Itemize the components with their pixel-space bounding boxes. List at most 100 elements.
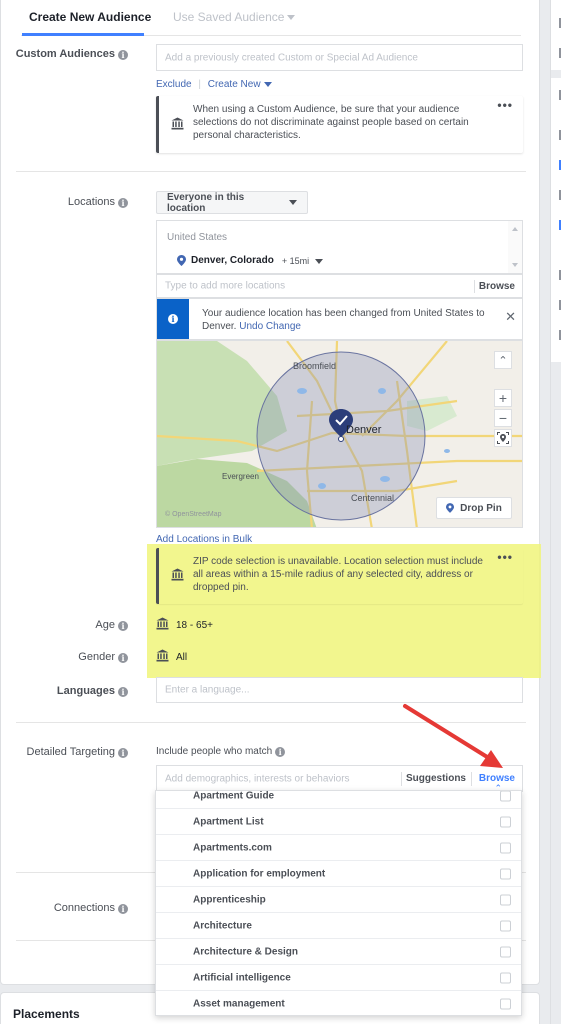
info-icon[interactable]: i	[118, 904, 128, 914]
checkbox[interactable]	[500, 868, 511, 879]
add-locations-input[interactable]: Type to add more locations Browse	[156, 274, 523, 298]
list-item[interactable]: Apartment Guide	[156, 791, 521, 809]
create-new-link[interactable]: Create New	[208, 79, 272, 90]
item-label: Artificial intelligence	[193, 972, 291, 983]
scroll-down-icon[interactable]	[512, 263, 518, 267]
minus-icon: −	[498, 410, 508, 426]
checkbox[interactable]	[500, 946, 511, 957]
languages-label: Languages i	[57, 685, 128, 697]
location-item: Denver, Colorado + 15mi	[177, 255, 324, 266]
info-icon: i	[168, 314, 178, 324]
gender-label: Gender i	[78, 651, 128, 663]
custom-audience-input[interactable]: Add a previously created Custom or Speci…	[156, 44, 523, 71]
label-text: Languages	[56, 685, 115, 697]
chevron-down-icon	[263, 81, 272, 87]
list-item[interactable]: Apartments.com	[156, 835, 521, 861]
location-type-dropdown[interactable]: Everyone in this location	[156, 191, 308, 214]
detailed-targeting-input[interactable]: Add demographics, interests or behaviors…	[156, 765, 523, 793]
location-map[interactable]: Broomfield Denver Evergreen Centennial ©…	[156, 340, 523, 528]
browse-dropdown-list: Apartment Guide Apartment List Apartment…	[155, 790, 522, 1016]
bank-icon	[171, 117, 184, 133]
placeholder: Type to add more locations	[165, 280, 286, 292]
scroll-up-icon[interactable]	[512, 227, 518, 231]
more-options-icon[interactable]: •••	[497, 550, 513, 564]
right-side-panel	[550, 0, 561, 1024]
info-icon[interactable]: i	[118, 198, 128, 208]
item-label: Architecture	[193, 920, 252, 931]
item-label: Asset management	[193, 998, 285, 1010]
chevron-up-icon: ⌃	[498, 354, 508, 367]
section-divider	[16, 171, 526, 172]
scrollbar[interactable]	[508, 221, 522, 273]
exclude-link[interactable]: Exclude	[156, 79, 192, 90]
zoom-out-button[interactable]: −	[494, 409, 512, 427]
map-label-broomfield: Broomfield	[293, 361, 337, 371]
detailed-targeting-label: Detailed Targeting i	[27, 746, 128, 758]
info-icon[interactable]: i	[118, 50, 128, 60]
list-item[interactable]: Application for employment	[156, 861, 521, 887]
gender-value[interactable]: All	[156, 649, 187, 665]
placeholder: Add a previously created Custom or Speci…	[165, 52, 418, 63]
undo-change-link[interactable]: Undo Change	[239, 321, 301, 332]
locate-pin-icon	[497, 432, 509, 444]
checkbox[interactable]	[500, 920, 511, 931]
separator	[474, 280, 475, 293]
locate-button[interactable]	[494, 429, 512, 447]
languages-input[interactable]: Enter a language...	[156, 677, 523, 703]
close-icon[interactable]: ✕	[505, 309, 516, 325]
tab-use-saved-audience[interactable]: Use Saved Audience	[173, 10, 296, 24]
item-label: Apartments.com	[193, 842, 272, 853]
zoom-in-button[interactable]: +	[494, 389, 512, 407]
more-options-icon[interactable]: •••	[497, 98, 513, 112]
info-icon[interactable]: i	[118, 621, 128, 631]
map-label-centennial: Centennial	[351, 493, 395, 503]
checkbox[interactable]	[500, 842, 511, 853]
include-people-label: Include people who match i	[156, 746, 286, 757]
radius-value: + 15mi	[281, 255, 310, 266]
label-text: Gender	[78, 651, 115, 663]
tab-create-new-audience[interactable]: Create New Audience	[29, 10, 151, 24]
checkbox[interactable]	[500, 816, 511, 827]
list-item[interactable]: Artificial intelligence	[156, 965, 521, 991]
age-range: 18 - 65+	[176, 619, 213, 631]
map-lake	[378, 388, 386, 394]
drop-pin-label: Drop Pin	[460, 502, 502, 514]
map-label-denver: Denver	[346, 424, 382, 436]
location-changed-banner: i Your audience location has been change…	[156, 298, 523, 340]
radius-dropdown[interactable]: + 15mi	[281, 255, 324, 266]
item-label: Application for employment	[193, 868, 326, 879]
info-icon[interactable]: i	[275, 747, 286, 757]
age-value[interactable]: 18 - 65+	[156, 617, 213, 633]
age-label: Age i	[95, 619, 128, 631]
list-item[interactable]: Apartment List	[156, 809, 521, 835]
tab-label: Use Saved Audience	[173, 10, 285, 24]
country-label: United States	[167, 232, 228, 243]
checkbox[interactable]	[500, 972, 511, 983]
page: Create New Audience Use Saved Audience C…	[0, 0, 561, 1024]
checkbox[interactable]	[500, 894, 511, 905]
bank-icon	[156, 649, 169, 665]
info-icon[interactable]: i	[118, 653, 128, 663]
separator	[471, 772, 472, 786]
label-text: Connections	[53, 902, 115, 914]
info-icon[interactable]: i	[118, 687, 128, 697]
checkbox[interactable]	[500, 998, 511, 1010]
list-item[interactable]: Architecture	[156, 913, 521, 939]
side-panel-separator	[551, 70, 561, 78]
browse-locations-button[interactable]: Browse	[479, 281, 515, 292]
suggestions-button[interactable]: Suggestions	[406, 773, 466, 784]
info-icon[interactable]: i	[118, 748, 128, 758]
audience-tabs: Create New Audience Use Saved Audience	[21, 0, 521, 36]
notice-text: ZIP code selection is unavailable. Locat…	[193, 556, 483, 593]
drop-pin-button[interactable]: Drop Pin	[436, 497, 512, 519]
label-text: Locations	[67, 196, 115, 208]
list-item[interactable]: Architecture & Design	[156, 939, 521, 965]
list-item[interactable]: Apprenticeship	[156, 887, 521, 913]
item-label: Apartment List	[193, 816, 264, 827]
collapse-map-button[interactable]: ⌃	[494, 351, 512, 369]
checkbox[interactable]	[500, 791, 511, 801]
item-label: Architecture & Design	[193, 946, 299, 957]
chevron-down-icon	[315, 258, 324, 264]
list-item[interactable]: Asset management	[156, 991, 521, 1015]
map-center-dot	[338, 436, 344, 442]
